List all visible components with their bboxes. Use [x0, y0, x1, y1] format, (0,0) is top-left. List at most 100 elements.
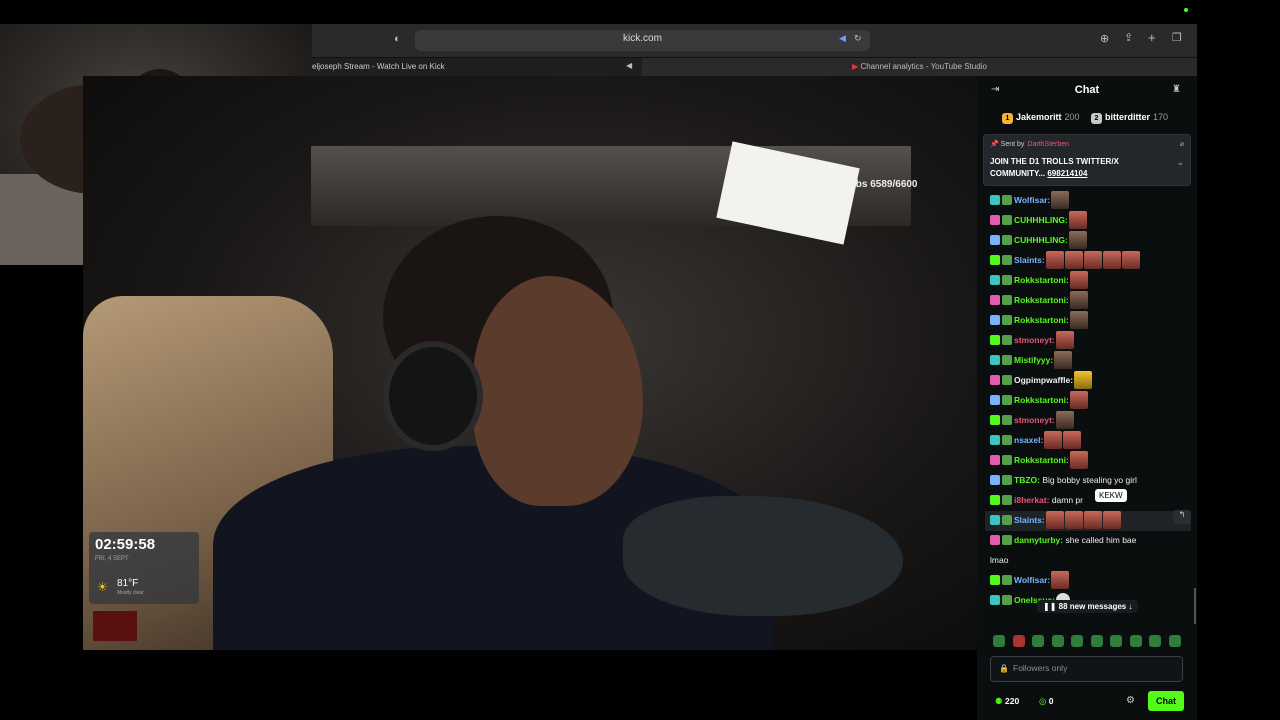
chat-messages[interactable]: Wolfisar: CUHHHLING: CUHHHLING: Slaints: Rok…	[977, 188, 1197, 628]
quick-emote[interactable]	[1130, 635, 1142, 647]
chat-message[interactable]: Slaints:	[990, 251, 1140, 271]
chat-emote[interactable]	[1064, 511, 1083, 529]
chat-emote[interactable]	[1121, 251, 1140, 269]
chat-username[interactable]: Slaints:	[1014, 515, 1045, 525]
chat-username[interactable]: Mistifyyy:	[1014, 355, 1053, 365]
chat-emote[interactable]	[1074, 371, 1093, 389]
chat-username[interactable]: Rokkstartoni:	[1014, 395, 1069, 405]
download-icon[interactable]: ⊕	[1100, 32, 1109, 45]
chat-emote[interactable]	[1045, 511, 1064, 529]
chat-username[interactable]: Rokkstartoni:	[1014, 315, 1069, 325]
chat-emote[interactable]	[1083, 251, 1102, 269]
chat-username[interactable]: Rokkstartoni:	[1014, 275, 1069, 285]
chat-message[interactable]: Wolfisar:	[990, 571, 1070, 591]
chat-username[interactable]: Rokkstartoni:	[1014, 295, 1069, 305]
chat-emote[interactable]	[1083, 511, 1102, 529]
tab-kick[interactable]: eljoseph Stream - Watch Live on Kick ◀	[312, 58, 639, 76]
chat-username[interactable]: TBZO:	[1014, 475, 1040, 485]
chevron-down-icon[interactable]: ⌄	[1176, 157, 1184, 168]
chat-message[interactable]: nsaxel:	[990, 431, 1082, 451]
chat-message[interactable]: CUHHHLING:	[990, 211, 1087, 231]
chat-emote[interactable]	[1069, 291, 1088, 309]
chat-username[interactable]: CUHHHLING:	[1014, 215, 1068, 225]
video-player[interactable]: Subs 6589/6600 02:59:58 FRI, 4 SEPT ☀ 81…	[83, 76, 977, 650]
chat-users-icon[interactable]: ♜	[1172, 84, 1181, 95]
pinned-link[interactable]: 698214104	[1047, 169, 1087, 178]
chat-input-box[interactable]: 🔒	[990, 656, 1183, 682]
chat-message[interactable]: Rokkstartoni:	[990, 291, 1088, 311]
chat-username[interactable]: stmoneyt:	[1014, 415, 1055, 425]
quick-emote[interactable]	[1032, 635, 1044, 647]
pinned-sender[interactable]: DarthSterben	[1027, 141, 1069, 148]
new-messages-button[interactable]: ❚❚ 88 new messages ↓	[1037, 600, 1139, 613]
pinned-message[interactable]: 📌 Sent by DarthSterben ⌀ JOIN THE D1 TROL…	[983, 134, 1191, 186]
share-icon[interactable]: ⇪	[1124, 31, 1133, 44]
quick-emote[interactable]	[993, 635, 1005, 647]
chat-message[interactable]: stmoneyt:	[990, 411, 1074, 431]
chat-emote[interactable]	[1055, 331, 1074, 349]
mute-tab-icon[interactable]: ◀	[626, 61, 632, 70]
leader-2[interactable]: 2 bitterditter 170	[1091, 112, 1168, 124]
chat-username[interactable]: Wolfisar:	[1014, 575, 1050, 585]
quick-emote[interactable]	[1110, 635, 1122, 647]
chat-message[interactable]: stmoneyt:	[990, 331, 1074, 351]
chat-emote[interactable]	[1102, 251, 1121, 269]
chat-username[interactable]: stmoneyt:	[1014, 335, 1055, 345]
chat-message[interactable]: TBZO: Big bobby stealing yo girl	[990, 471, 1137, 491]
chat-message[interactable]: dannyturby: she called him bae	[990, 531, 1136, 551]
chat-username[interactable]: Ogpimpwaffle:	[1014, 375, 1073, 385]
chat-username[interactable]: nsaxel:	[1014, 435, 1043, 445]
quick-emote[interactable]	[1169, 635, 1181, 647]
chat-username[interactable]: i8herkat:	[1014, 495, 1049, 505]
chat-message[interactable]: Mistifyyy:	[990, 351, 1073, 371]
quick-emote[interactable]	[1071, 635, 1083, 647]
new-tab-icon[interactable]: +	[1148, 30, 1156, 45]
address-bar[interactable]: kick.com ◀ ↻	[415, 30, 870, 51]
tabs-overview-icon[interactable]: ❐	[1172, 31, 1182, 44]
chat-emote[interactable]	[1102, 511, 1121, 529]
chat-scrollbar[interactable]	[1194, 588, 1196, 624]
chat-message[interactable]: CUHHHLING:	[990, 231, 1087, 251]
leader-1[interactable]: 1 Jakemoritt 200	[1002, 112, 1080, 124]
chat-message[interactable]: Rokkstartoni:	[990, 271, 1088, 291]
chat-message[interactable]: Wolfisar:	[990, 191, 1070, 211]
chat-emote[interactable]	[1068, 231, 1087, 249]
chat-message[interactable]: Rokkstartoni:	[990, 391, 1088, 411]
chat-username[interactable]: dannyturby:	[1014, 535, 1063, 545]
gear-icon[interactable]: ⚙	[1126, 695, 1135, 706]
quick-emote[interactable]	[1149, 635, 1161, 647]
chat-emote[interactable]	[1068, 211, 1087, 229]
chat-emote[interactable]	[1055, 411, 1074, 429]
quick-emote[interactable]	[1091, 635, 1103, 647]
chat-username[interactable]: CUHHHLING:	[1014, 235, 1068, 245]
send-chat-button[interactable]: Chat	[1148, 691, 1184, 711]
chat-emote[interactable]	[1051, 191, 1070, 209]
speaker-icon[interactable]: ◀	[839, 33, 846, 44]
chat-emote[interactable]	[1051, 571, 1070, 589]
chat-emote[interactable]	[1069, 391, 1088, 409]
chat-username[interactable]: Rokkstartoni:	[1014, 455, 1069, 465]
chat-username[interactable]: Slaints:	[1014, 255, 1045, 265]
unpin-icon[interactable]: ⌀	[1180, 140, 1184, 148]
points-count[interactable]: ◎ 0	[1039, 696, 1054, 707]
chat-emote[interactable]	[1069, 271, 1088, 289]
chat-emote[interactable]	[1069, 451, 1088, 469]
chat-message[interactable]: Rokkstartoni:	[990, 311, 1088, 331]
shield-icon[interactable]: ◐	[394, 33, 401, 45]
chat-message[interactable]: i8herkat: damn pr	[990, 491, 1083, 511]
chat-message[interactable]: Slaints:	[985, 511, 1191, 531]
quick-emote[interactable]	[1013, 635, 1025, 647]
chat-emote[interactable]	[1044, 431, 1063, 449]
tab-youtube-studio[interactable]: ▶ Channel analytics - YouTube Studio	[642, 58, 1197, 76]
chat-username[interactable]: Wolfisar:	[1014, 195, 1050, 205]
chat-message[interactable]: Rokkstartoni:	[990, 451, 1088, 471]
quick-emote[interactable]	[1052, 635, 1064, 647]
chat-emote[interactable]	[1069, 311, 1088, 329]
chat-emote[interactable]	[1054, 351, 1073, 369]
chat-message[interactable]: lmao	[990, 551, 1008, 571]
chat-emote[interactable]	[1045, 251, 1064, 269]
reload-icon[interactable]: ↻	[854, 33, 862, 44]
chat-emote[interactable]	[1063, 431, 1082, 449]
chat-message[interactable]: Ogpimpwaffle:	[990, 371, 1093, 391]
reply-icon[interactable]: ↰	[1173, 510, 1191, 524]
